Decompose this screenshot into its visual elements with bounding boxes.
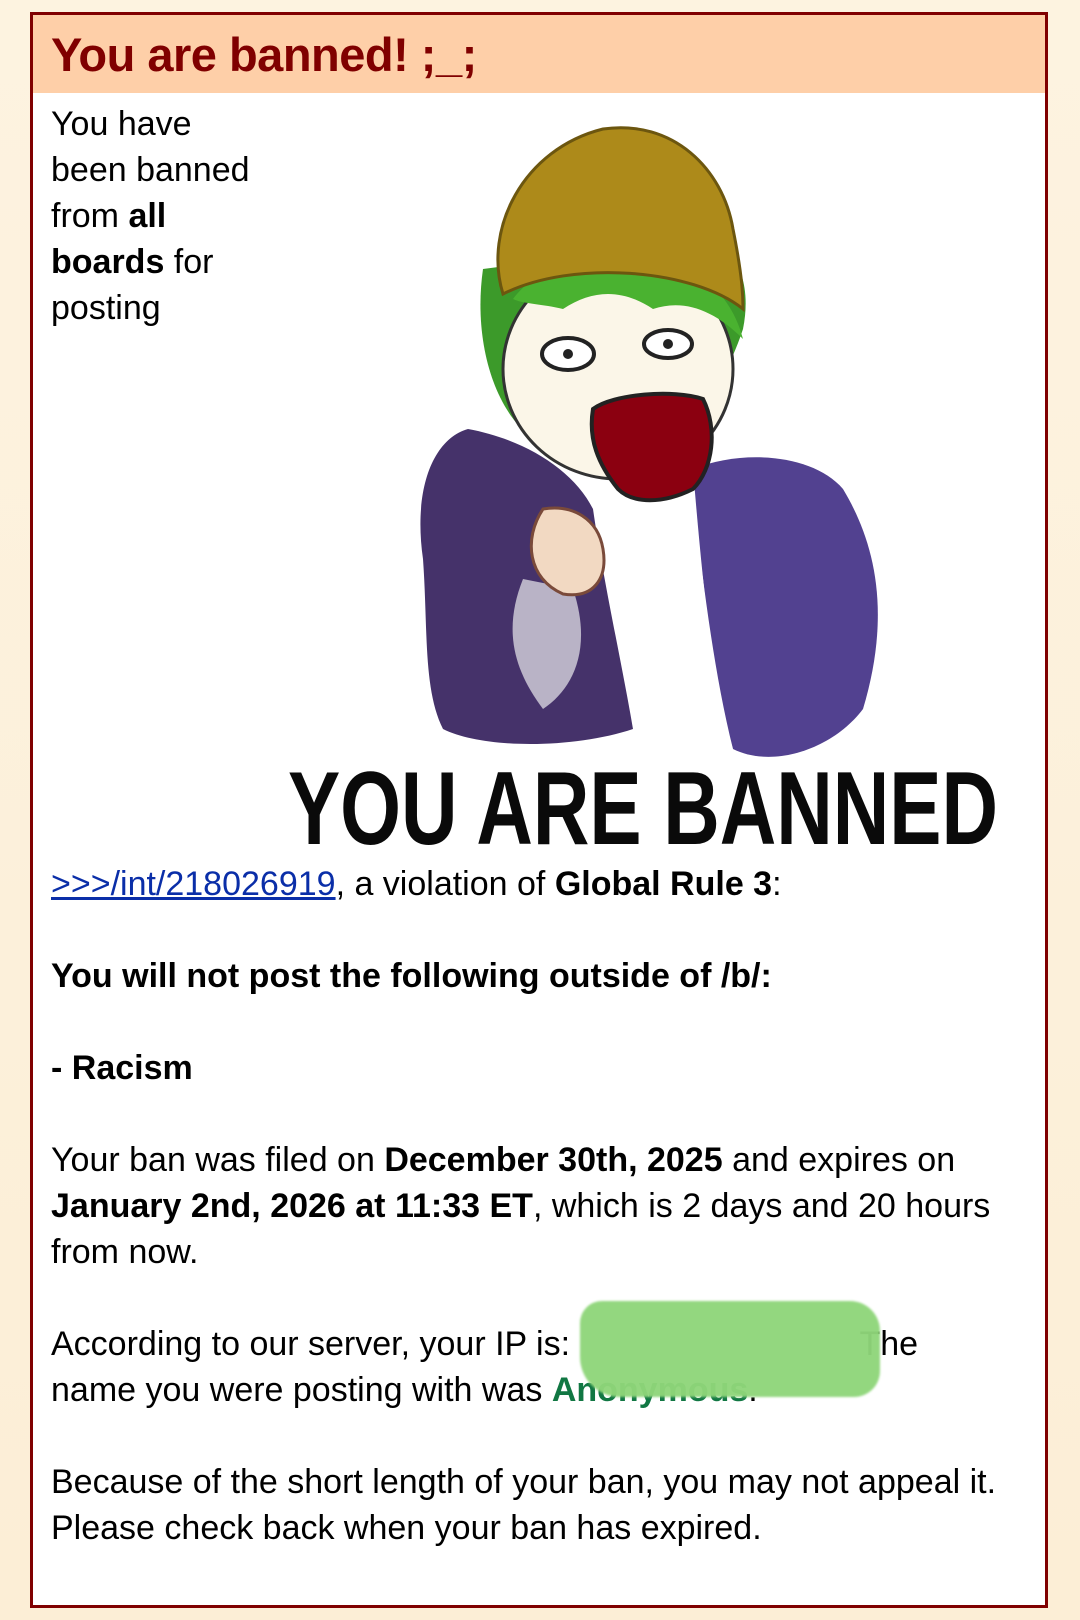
ban-dates-middle: and expires on (722, 1141, 956, 1179)
banned-character-illustration: YOU ARE BANNED (288, 126, 998, 867)
rule-heading: You will not post the following outside … (51, 953, 1011, 999)
ban-notice-box: You are banned! ;_; You have been banned… (30, 12, 1048, 1608)
ban-header: You are banned! ;_; (33, 15, 1045, 93)
violation-middle: , a violation of (335, 865, 555, 903)
post-link[interactable]: >>>/int/218026919 (51, 865, 336, 903)
ip-redaction-area (579, 1301, 880, 1397)
ban-title: You are banned! ;_; (51, 27, 477, 81)
ip-redaction (579, 1301, 880, 1397)
appeal-text: Because of the short length of your ban,… (51, 1463, 997, 1547)
expiry-date: January 2nd, 2026 at 11:33 ET (51, 1187, 533, 1225)
banned-caption: YOU ARE BANNED (288, 751, 998, 867)
appeal-info: Because of the short length of your ban,… (51, 1459, 1011, 1551)
ban-details: >>>/int/218026919, a violation of Global… (51, 861, 1011, 1597)
ip-prefix: According to our server, your IP is: (51, 1325, 580, 1363)
violation-end: : (772, 865, 782, 903)
rule-item-text: - Racism (51, 1049, 193, 1087)
ban-intro-text: You have been banned from all boards for… (51, 101, 251, 331)
filed-date: December 30th, 2025 (384, 1141, 723, 1179)
ip-info: According to our server, your IP is: The… (51, 1301, 1011, 1413)
rule-heading-text: You will not post the following outside … (51, 957, 772, 995)
rule-name: Global Rule 3 (554, 865, 773, 903)
ban-dates: Your ban was filed on December 30th, 202… (51, 1137, 1011, 1275)
ban-dates-prefix: Your ban was filed on (51, 1141, 385, 1179)
violation-line: >>>/int/218026919, a violation of Global… (51, 861, 1011, 907)
banned-image: YOU ARE BANNED (273, 109, 1013, 869)
rule-item: - Racism (51, 1045, 1011, 1091)
